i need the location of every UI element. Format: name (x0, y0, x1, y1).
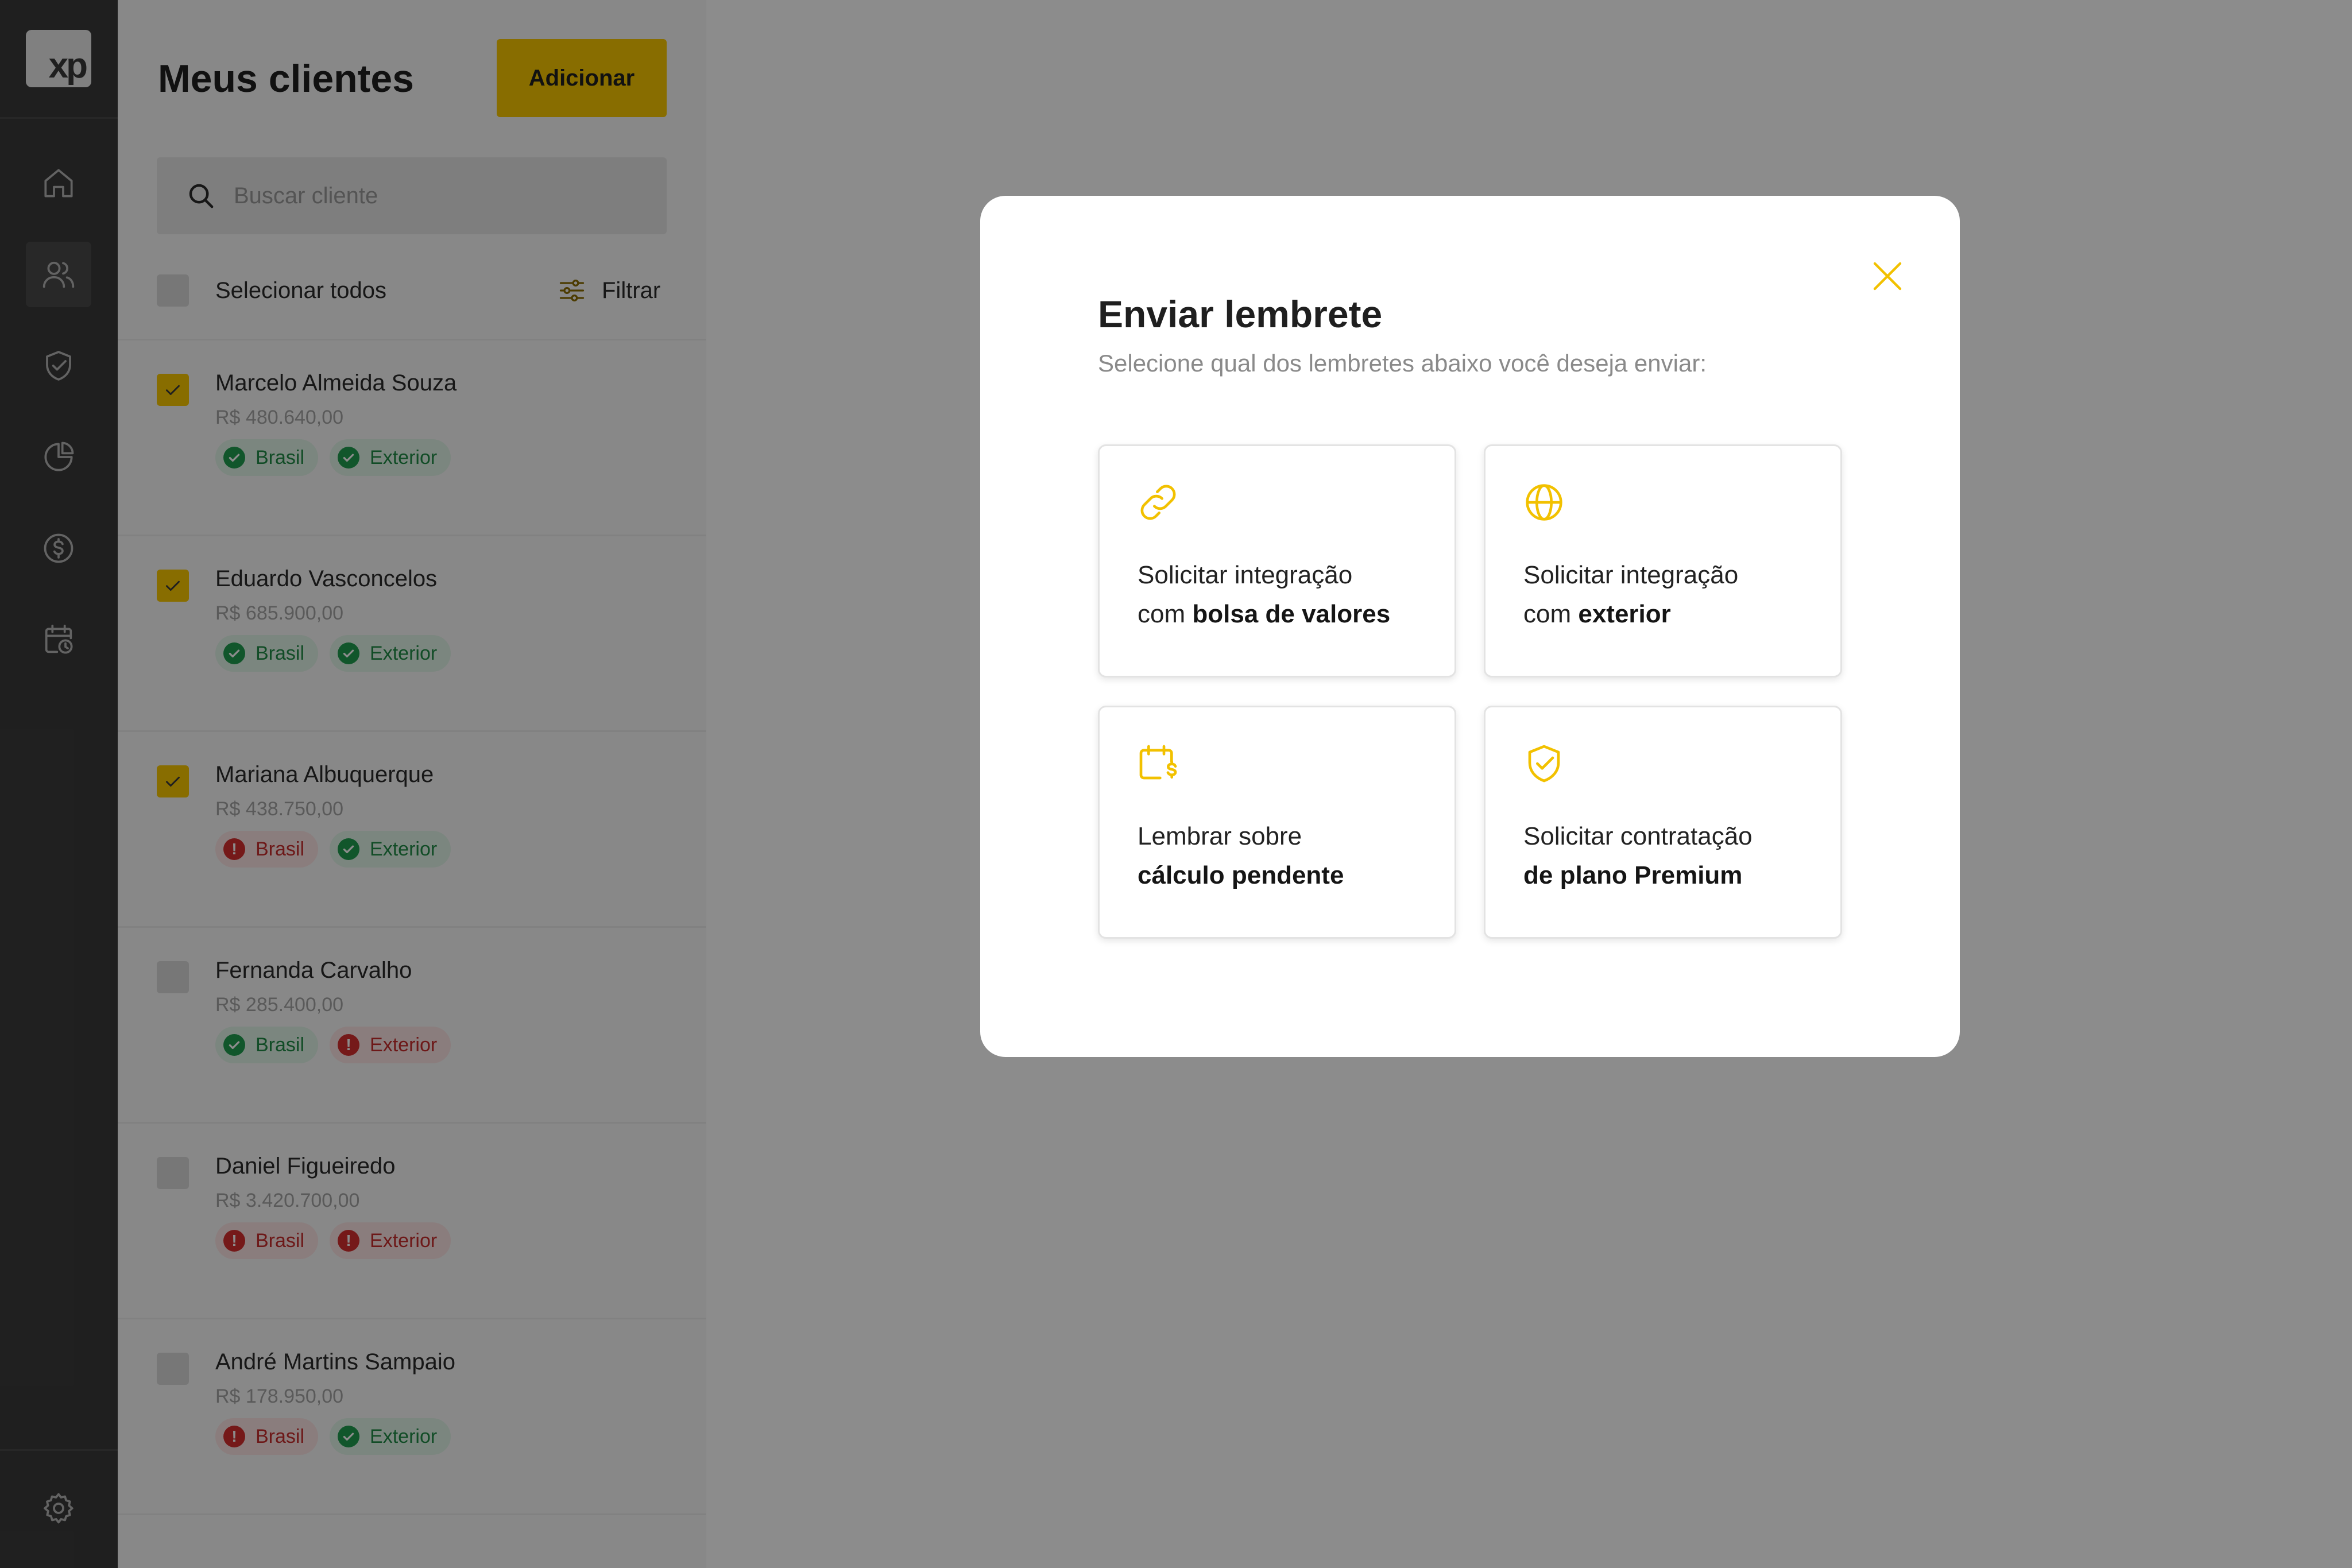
modal-title: Enviar lembrete (1098, 293, 1383, 335)
globe-icon (1526, 484, 1562, 521)
option-pending-calculation[interactable]: Lembrar sobre cálculo pendente (1098, 706, 1456, 939)
option-line1: Solicitar contratação (1523, 822, 1753, 850)
option-line1: Solicitar integração (1138, 561, 1353, 589)
send-reminder-modal: Enviar lembrete Selecione qual dos lembr… (980, 196, 1960, 1057)
app: xp Meus clientes Adicionar Buscar client… (0, 0, 2352, 1568)
close-icon (1873, 262, 1902, 291)
option-line2-prefix: com (1523, 600, 1579, 628)
link-icon (1140, 485, 1176, 520)
close-button[interactable] (1859, 247, 1916, 305)
option-line2-bold: exterior (1578, 600, 1671, 628)
option-line2-bold: bolsa de valores (1192, 600, 1391, 628)
option-line1: Solicitar integração (1523, 561, 1739, 589)
option-line1: Lembrar sobre (1138, 822, 1302, 850)
option-stock-exchange[interactable]: Solicitar integração com bolsa de valore… (1098, 444, 1456, 677)
option-line2: com exterior (1523, 600, 1671, 629)
option-line2-prefix: com (1138, 600, 1193, 628)
option-line2: cálculo pendente (1138, 861, 1344, 890)
option-foreign[interactable]: Solicitar integração com exterior (1484, 444, 1842, 677)
option-premium-plan[interactable]: Solicitar contratação de plano Premium (1484, 706, 1842, 939)
option-line2: de plano Premium (1523, 861, 1742, 890)
option-line2-bold: cálculo pendente (1138, 861, 1344, 889)
option-line2-bold: de plano Premium (1523, 861, 1743, 889)
option-line2: com bolsa de valores (1138, 600, 1390, 629)
modal-subtitle: Selecione qual dos lembretes abaixo você… (1098, 350, 1707, 377)
shield-check-icon (1528, 745, 1560, 783)
calendar-dollar-icon (1139, 745, 1177, 780)
